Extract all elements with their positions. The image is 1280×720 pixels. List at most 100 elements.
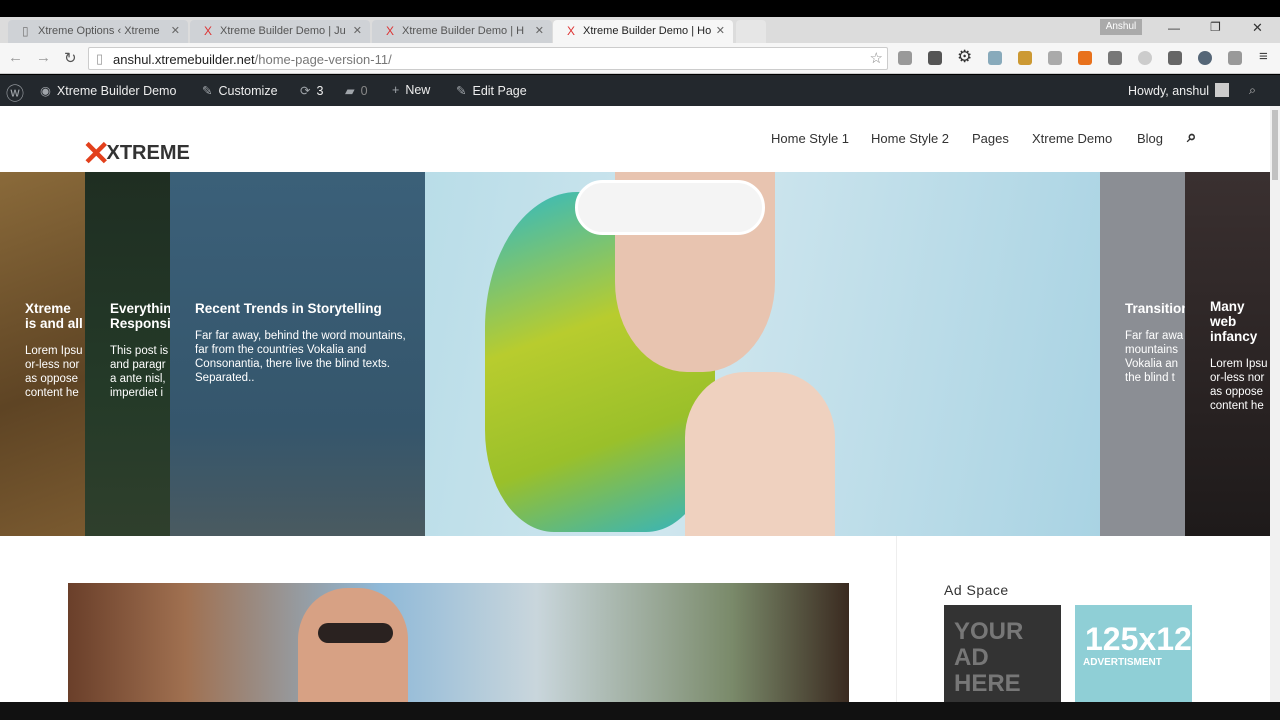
comment-icon: ▰ <box>345 84 355 98</box>
sidebar-divider <box>896 536 897 702</box>
menu-blog[interactable]: Blog <box>1137 131 1163 146</box>
howdy-label: Howdy, anshul <box>1128 84 1210 98</box>
tab-xtreme-options[interactable]: ▯ Xtreme Options ‹ Xtreme ✕ <box>8 20 188 43</box>
comments-link[interactable]: ▰ 0 <box>345 83 368 98</box>
ad-banner-125[interactable]: 125x125ADVERTISMENT <box>1075 605 1192 702</box>
slide-title: Everything Responsiv <box>110 302 170 331</box>
featured-post-image[interactable] <box>68 583 849 703</box>
slide-2[interactable]: Everything Responsiv This post is and par… <box>85 172 170 536</box>
person-shape <box>298 588 408 703</box>
camera-icon[interactable] <box>988 51 1002 65</box>
slide-1[interactable]: Xtreme is and all Lorem Ipsu or-less nor … <box>0 172 85 536</box>
ad-banner-your-ad-here[interactable]: YOUR AD HERE <box>944 605 1061 702</box>
tab-demo-1[interactable]: X Xtreme Builder Demo | Ju ✕ <box>190 20 370 43</box>
ad-space-title: Ad Space <box>944 582 1009 598</box>
logo-mark: ✕ <box>82 135 111 173</box>
tab-strip: ▯ Xtreme Options ‹ Xtreme ✕ X Xtreme Builde… <box>0 17 1280 43</box>
video-frame-top <box>0 0 1280 17</box>
slide-5[interactable]: Many web infancy Lorem Ipsu or-less nor a… <box>1185 172 1270 536</box>
extension-icon[interactable] <box>1138 51 1152 65</box>
extension-icon[interactable] <box>1108 51 1122 65</box>
ad-size-label: 125x125 <box>1085 621 1192 657</box>
hero-slider: Xtreme is and all Lorem Ipsu or-less nor … <box>0 172 1270 536</box>
menu-pages[interactable]: Pages <box>972 131 1009 146</box>
sunglasses-shape <box>575 180 765 235</box>
minimize-icon[interactable]: — <box>1168 21 1180 35</box>
video-frame-bottom <box>0 702 1280 720</box>
extension-icon[interactable] <box>1078 51 1092 65</box>
url-path: /home-page-version-11/ <box>254 52 392 67</box>
tab-label: Xtreme Builder Demo | Ho <box>583 25 712 37</box>
extension-icon[interactable] <box>1048 51 1062 65</box>
site-logo[interactable]: ✕XTREME <box>82 128 190 173</box>
menu-home-style-1[interactable]: Home Style 1 <box>771 131 849 146</box>
logo-text: XTREME <box>106 142 190 164</box>
menu-xtreme-demo[interactable]: Xtreme Demo <box>1032 131 1112 146</box>
xtreme-favicon-icon: X <box>204 24 213 38</box>
close-icon[interactable]: ✕ <box>353 24 362 37</box>
slide-title: Many web infancy <box>1210 300 1258 344</box>
dashboard-icon: ◉ <box>40 84 51 98</box>
bookmark-star-icon[interactable]: ☆ <box>870 49 883 67</box>
comments-count: 0 <box>360 84 368 98</box>
slide-text: This post is and paragr a ante nisl, imp… <box>110 344 169 399</box>
slide-4[interactable]: Transition Far far awa mountains Vokalia … <box>1100 172 1185 536</box>
main-content: Ad Space YOUR AD HERE 125x125ADVERTISMEN… <box>0 536 1270 703</box>
menu-icon[interactable]: ≡ <box>1259 48 1268 65</box>
customize-link[interactable]: ✎ Customize <box>202 83 278 98</box>
slide-text: Far far away, behind the word mountains,… <box>195 329 406 384</box>
site-header: ✕XTREME Home Style 1 Home Style 2 Pages … <box>0 106 1270 173</box>
neck-shape <box>685 372 835 536</box>
plus-icon: + <box>392 83 400 97</box>
extension-icon[interactable] <box>928 51 942 65</box>
reload-icon[interactable]: ↻ <box>64 49 77 67</box>
slide-3[interactable]: Recent Trends in Storytelling Far far awa… <box>170 172 425 536</box>
extension-icon[interactable] <box>1018 51 1032 65</box>
extension-icon[interactable] <box>1228 51 1242 65</box>
customize-label: Customize <box>218 84 278 98</box>
search-icon[interactable]: ⌕ <box>1249 83 1256 98</box>
profile-badge[interactable]: Anshul <box>1100 19 1142 35</box>
brush-icon: ✎ <box>202 84 213 98</box>
close-icon[interactable]: ✕ <box>171 24 180 37</box>
scrollbar-thumb[interactable] <box>1272 110 1278 180</box>
extension-icon[interactable] <box>1168 51 1182 65</box>
page-scrollbar[interactable] <box>1270 106 1280 702</box>
sunglasses-shape <box>318 623 393 643</box>
extension-icon[interactable] <box>898 51 912 65</box>
url-input[interactable]: ▯ anshul.xtremebuilder.net/home-page-vers… <box>88 47 888 70</box>
tab-label: Xtreme Builder Demo | Ju <box>220 25 346 37</box>
close-icon[interactable]: ✕ <box>535 24 544 37</box>
close-icon[interactable]: ✕ <box>716 24 725 37</box>
restore-icon[interactable]: ❐ <box>1210 20 1221 34</box>
avatar <box>1215 83 1230 97</box>
page-icon: ▯ <box>22 24 29 38</box>
site-name: Xtreme Builder Demo <box>56 84 177 98</box>
wordpress-logo-icon[interactable]: ⓦ <box>6 80 24 106</box>
new-link[interactable]: + New <box>392 83 430 97</box>
extension-icon[interactable] <box>1198 51 1212 65</box>
back-icon[interactable]: ← <box>8 49 23 66</box>
updates-count: 3 <box>316 84 324 98</box>
forward-icon[interactable]: → <box>36 49 51 66</box>
tab-demo-2[interactable]: X Xtreme Builder Demo | H ✕ <box>372 20 552 43</box>
updates-icon: ⟳ <box>300 84 311 98</box>
menu-home-style-2[interactable]: Home Style 2 <box>871 131 949 146</box>
page-icon: ▯ <box>96 51 104 66</box>
address-bar: ← → ↻ ▯ anshul.xtremebuilder.net/home-pag… <box>0 43 1280 74</box>
edit-label: Edit Page <box>472 84 527 98</box>
account-menu[interactable]: Howdy, anshul <box>1128 83 1230 98</box>
new-tab-button[interactable] <box>736 20 766 43</box>
window-close-icon[interactable]: ✕ <box>1252 20 1263 36</box>
url-host: anshul.xtremebuilder.net <box>113 52 255 67</box>
admin-site-link[interactable]: ◉ Xtreme Builder Demo <box>40 83 176 98</box>
xtreme-favicon-icon: X <box>567 24 576 38</box>
gear-icon[interactable]: ⚙ <box>957 47 972 67</box>
slide-image-woman[interactable] <box>425 172 1100 536</box>
new-label: New <box>405 83 431 97</box>
tab-demo-active[interactable]: X Xtreme Builder Demo | Ho ✕ <box>553 20 733 43</box>
updates-link[interactable]: ⟳ 3 <box>300 83 323 98</box>
search-icon[interactable]: ⌕ <box>1187 127 1197 147</box>
edit-page-link[interactable]: ✎ Edit Page <box>456 83 527 98</box>
slide-title: Xtreme is and all <box>25 302 83 331</box>
